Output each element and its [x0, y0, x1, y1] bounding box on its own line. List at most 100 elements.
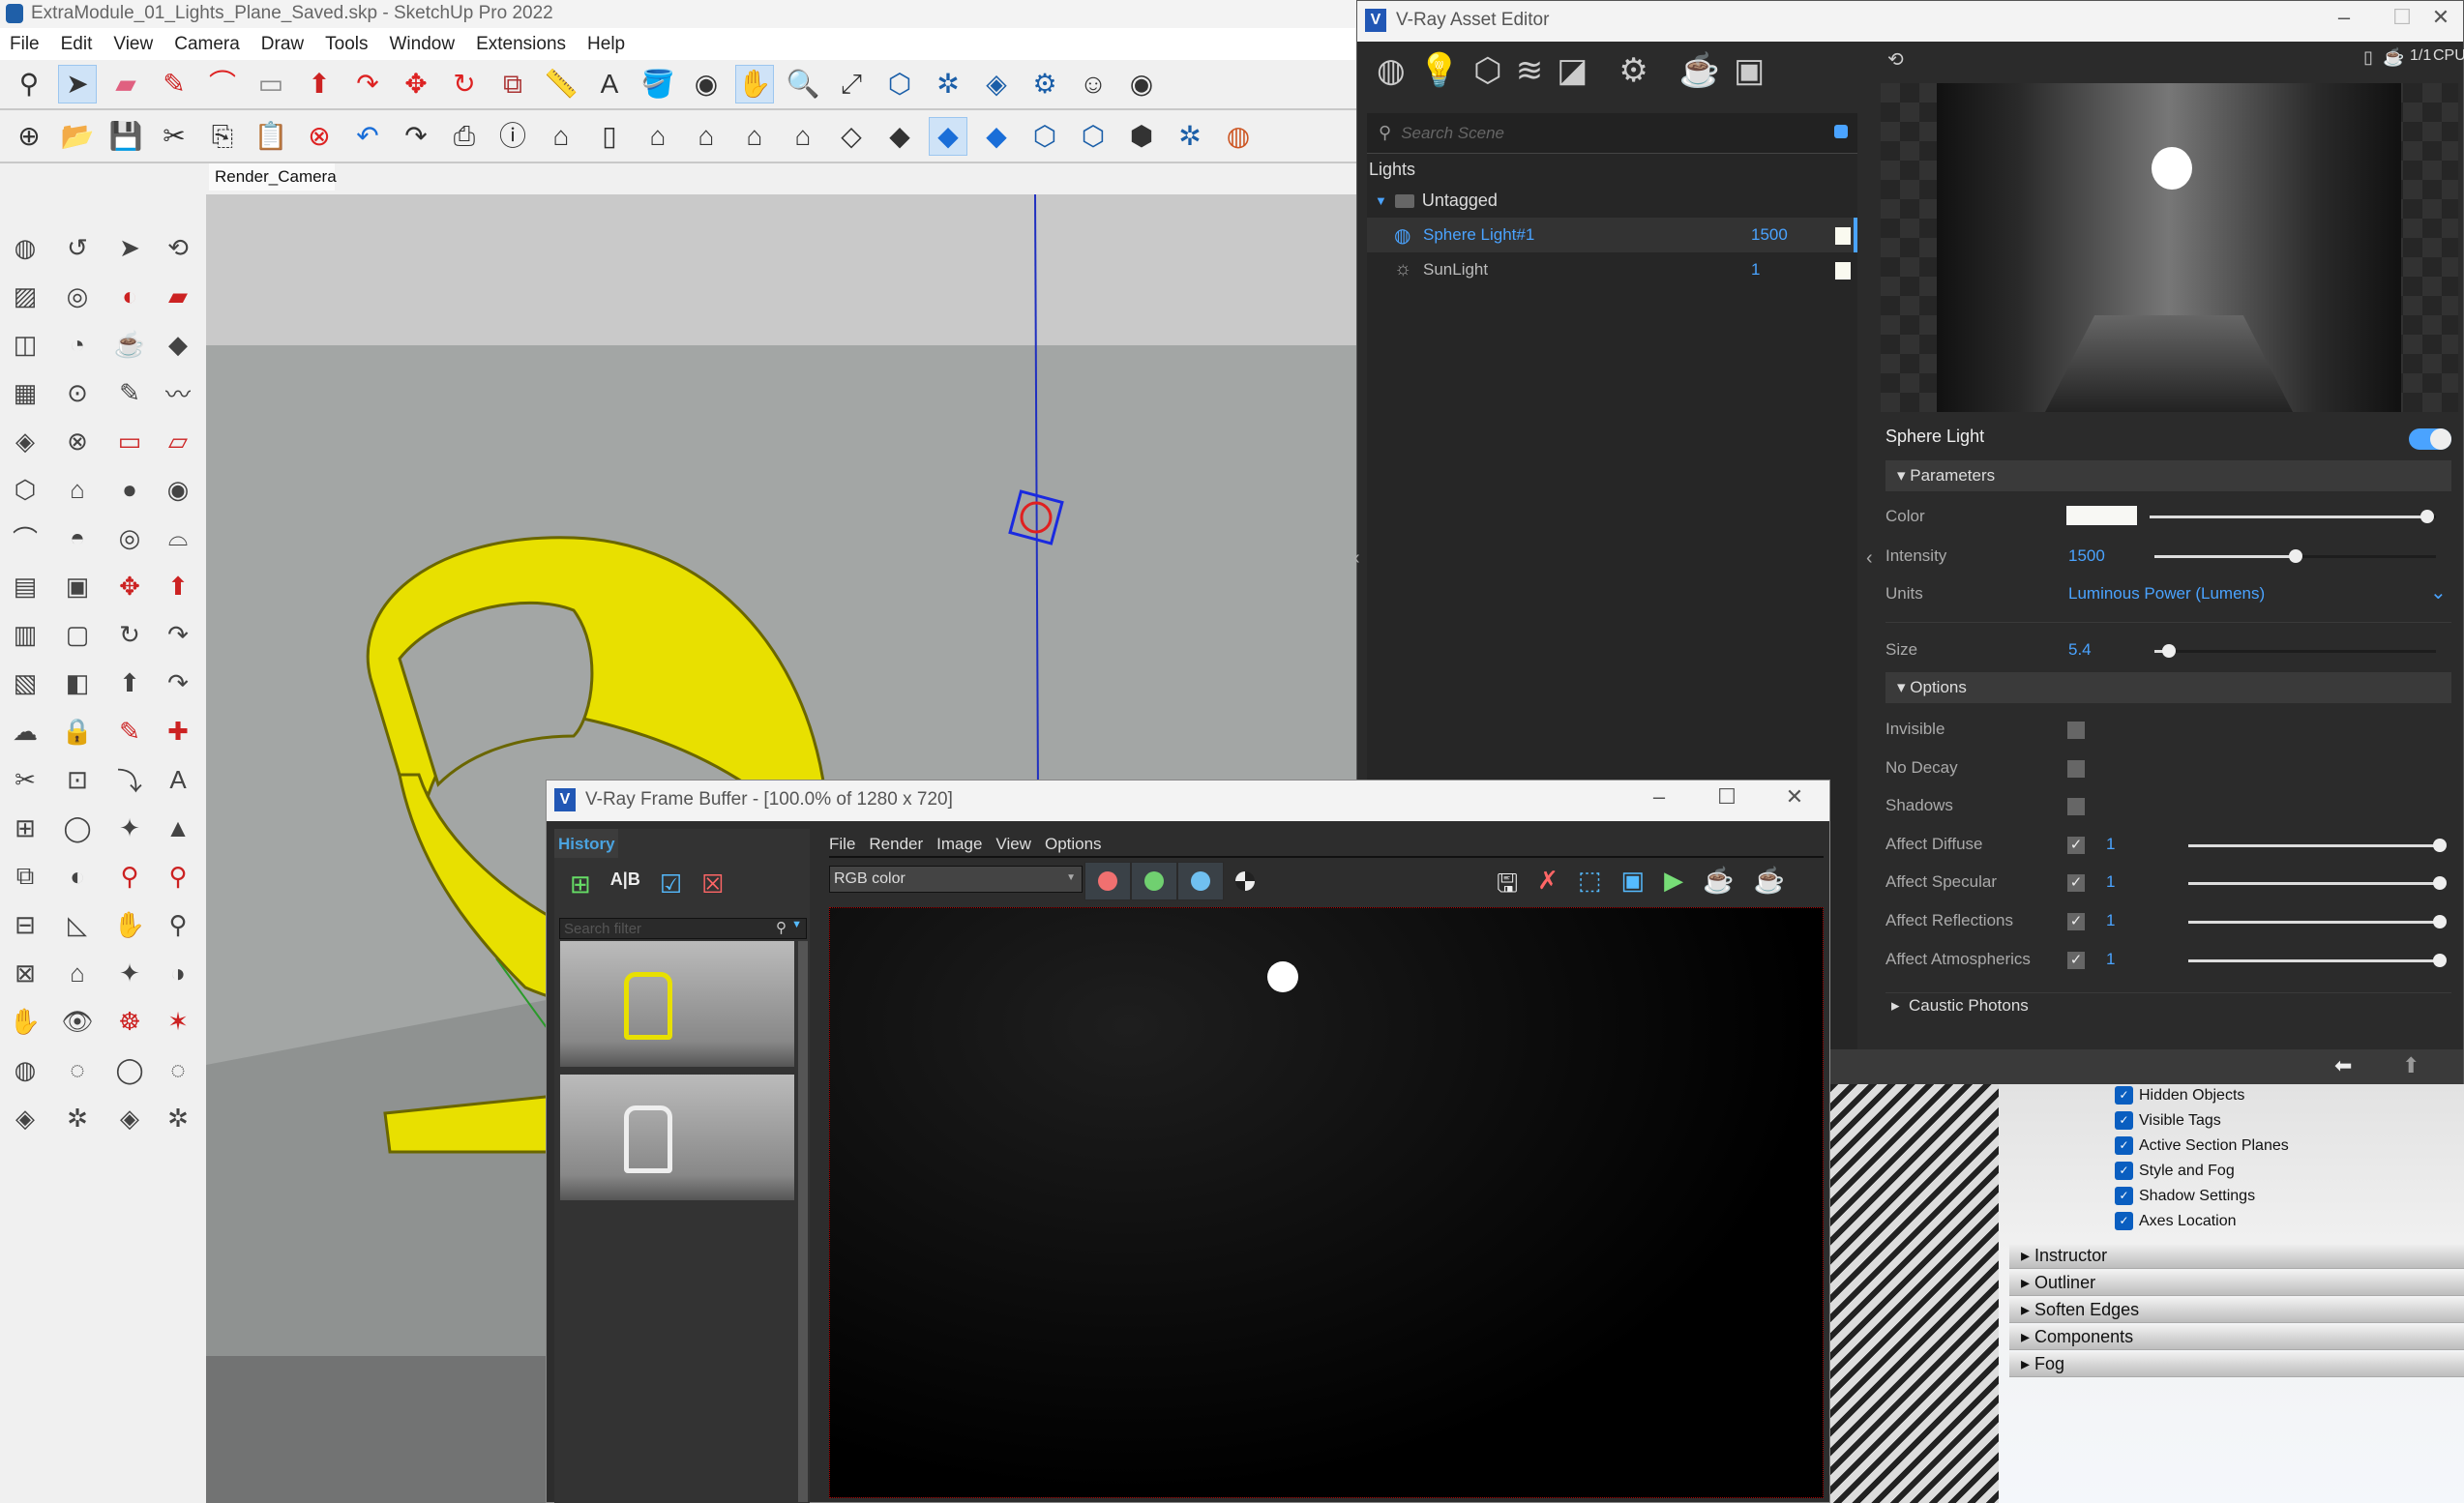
checkbox[interactable]: ✓	[2115, 1136, 2133, 1155]
layout-icon[interactable]: ◈	[977, 65, 1016, 103]
teapot-preview-icon[interactable]: ☕	[2383, 47, 2404, 68]
affect-specular-value[interactable]: 1	[2106, 872, 2115, 892]
tool-icon[interactable]: ✚	[159, 712, 197, 751]
tool-icon[interactable]: ↺	[58, 228, 97, 267]
tool-icon[interactable]: ◯	[58, 809, 97, 847]
tool-icon[interactable]: ↷	[159, 663, 197, 702]
tool-icon[interactable]: ◔	[58, 325, 97, 364]
frame-buffer-icon[interactable]: ▣	[1734, 51, 1765, 105]
region-icon[interactable]: ▯	[2363, 47, 2373, 68]
new-icon[interactable]: ⊕	[10, 117, 48, 156]
channel-select[interactable]: RGB color ▼	[829, 866, 1083, 893]
move-icon[interactable]: ✥	[397, 65, 435, 103]
tool-icon[interactable]: ⊠	[6, 954, 45, 992]
render-canvas[interactable]	[829, 907, 1824, 1498]
render-elements-icon[interactable]: ≋	[1516, 51, 1544, 105]
track-mouse-icon[interactable]: ▣	[1621, 866, 1646, 908]
search-scene-input[interactable]: ⚲ Search Scene	[1367, 113, 1857, 154]
tool-icon[interactable]: ⊡	[58, 760, 97, 799]
maximize-button[interactable]: ☐	[1707, 784, 1746, 810]
start-interactive-icon[interactable]: ▶	[1664, 866, 1683, 908]
tool-icon[interactable]: ☁	[6, 712, 45, 751]
tool-icon[interactable]: ◉	[159, 470, 197, 509]
back-view-icon[interactable]: ⌂	[735, 117, 774, 156]
tool-icon[interactable]: ⟲	[159, 228, 197, 267]
tool-icon[interactable]: ✋	[110, 905, 149, 944]
eraser-icon[interactable]: ▰	[106, 65, 145, 103]
tool-icon[interactable]: ↻	[110, 615, 149, 654]
extension-warehouse-icon[interactable]: ✲	[1171, 117, 1209, 156]
clear-image-icon[interactable]: ✗	[1537, 866, 1559, 908]
green-channel-button[interactable]	[1131, 862, 1177, 900]
tool-icon[interactable]: ⬆	[110, 663, 149, 702]
minimize-button[interactable]: –	[2325, 5, 2363, 30]
tool-icon[interactable]: ✦	[110, 954, 149, 992]
text-icon[interactable]: A	[590, 65, 629, 103]
affect-atmospherics-value[interactable]: 1	[2106, 950, 2115, 969]
minimize-button[interactable]: –	[1640, 784, 1678, 810]
tool-icon[interactable]: ⊟	[6, 905, 45, 944]
tape-measure-icon[interactable]: 📏	[542, 65, 580, 103]
light-enabled-toggle[interactable]	[2409, 428, 2451, 450]
warehouse-upload-icon[interactable]: ⬡	[1074, 117, 1113, 156]
tool-icon[interactable]: ⚲	[110, 857, 149, 896]
rotate-icon[interactable]: ↻	[445, 65, 484, 103]
tool-icon[interactable]: ✂	[6, 760, 45, 799]
tool-icon[interactable]: ◌	[58, 1050, 97, 1089]
color-swatch[interactable]	[2066, 506, 2137, 525]
shadows-checkbox[interactable]	[2067, 798, 2085, 816]
affect-diffuse-checkbox[interactable]: ✓	[2067, 836, 2085, 854]
tool-icon[interactable]: ⊙	[58, 373, 97, 412]
tool-icon[interactable]: ◯	[110, 1050, 149, 1089]
tool-icon[interactable]: ⬆	[159, 567, 197, 605]
affect-atmospherics-checkbox[interactable]: ✓	[2067, 951, 2085, 969]
tray-checkbox-row[interactable]: ✓ Style and Fog	[2115, 1162, 2235, 1180]
tool-icon[interactable]: ✲	[58, 1099, 97, 1137]
tool-icon[interactable]: ➤	[110, 228, 149, 267]
stop-render-icon[interactable]: ☕	[1703, 866, 1734, 908]
menu-edit[interactable]: Edit	[61, 34, 93, 60]
group-untagged[interactable]: ▼ Untagged	[1375, 191, 1498, 211]
tool-icon[interactable]: ▣	[58, 567, 97, 605]
vfb-menu-options[interactable]: Options	[1045, 835, 1102, 856]
cut-icon[interactable]: ✂	[155, 117, 193, 156]
slider-knob[interactable]	[2288, 549, 2302, 563]
tray-checkbox-row[interactable]: ✓ Active Section Planes	[2115, 1136, 2289, 1155]
tray-panel-fog[interactable]: ▸ Fog	[2009, 1352, 2464, 1377]
history-search-input[interactable]: Search filter ⚲ ▼	[559, 918, 807, 939]
engine-cpu[interactable]: CPU	[2433, 47, 2464, 65]
print-icon[interactable]: ⎙	[445, 117, 484, 156]
model-info-icon[interactable]: ⓘ	[493, 117, 532, 156]
tool-icon[interactable]: ▰	[159, 277, 197, 315]
orbit-icon[interactable]: ◉	[1122, 65, 1161, 103]
scene-tab-render-camera[interactable]: Render_Camera	[209, 163, 337, 191]
iso-view-icon[interactable]: ⌂	[542, 117, 580, 156]
tool-icon[interactable]: ◌	[159, 1050, 197, 1089]
open-icon[interactable]: 📂	[58, 117, 97, 156]
tool-icon[interactable]: ▲	[159, 809, 197, 847]
vfb-menu-view[interactable]: View	[995, 835, 1031, 856]
paste-icon[interactable]: 📋	[252, 117, 290, 156]
tool-icon[interactable]: ▥	[6, 615, 45, 654]
tool-icon[interactable]: ●	[110, 470, 149, 509]
intensity-value[interactable]: 1500	[2068, 546, 2105, 566]
tool-icon[interactable]: 〰	[159, 373, 197, 412]
sandbox-icon[interactable]: ◍	[1219, 117, 1258, 156]
warehouse-download-icon[interactable]: ⬡	[1025, 117, 1064, 156]
light-intensity[interactable]: 1500	[1751, 225, 1788, 245]
menu-view[interactable]: View	[113, 34, 153, 60]
history-thumbnail-yellow-chair[interactable]	[560, 941, 794, 1067]
pan-icon[interactable]: ✋	[735, 65, 774, 103]
slider-knob[interactable]	[2433, 838, 2447, 852]
light-row[interactable]: ◍ Sphere Light#1 1500	[1367, 218, 1857, 252]
chevron-down-icon[interactable]: ⌄	[2430, 580, 2447, 604]
light-color-swatch[interactable]	[1835, 262, 1851, 280]
intensity-slider[interactable]	[2154, 549, 2436, 563]
dropdown-arrow-icon[interactable]: ▼	[791, 919, 802, 930]
history-thumbnail-white-chair[interactable]	[560, 1075, 794, 1200]
profile-icon[interactable]: ☺	[1074, 65, 1113, 103]
tray-panel-soften-edges[interactable]: ▸ Soften Edges	[2009, 1298, 2464, 1323]
tool-icon[interactable]: ◈	[110, 1099, 149, 1137]
menu-file[interactable]: File	[10, 34, 40, 60]
tool-icon[interactable]: ⧉	[6, 857, 45, 896]
